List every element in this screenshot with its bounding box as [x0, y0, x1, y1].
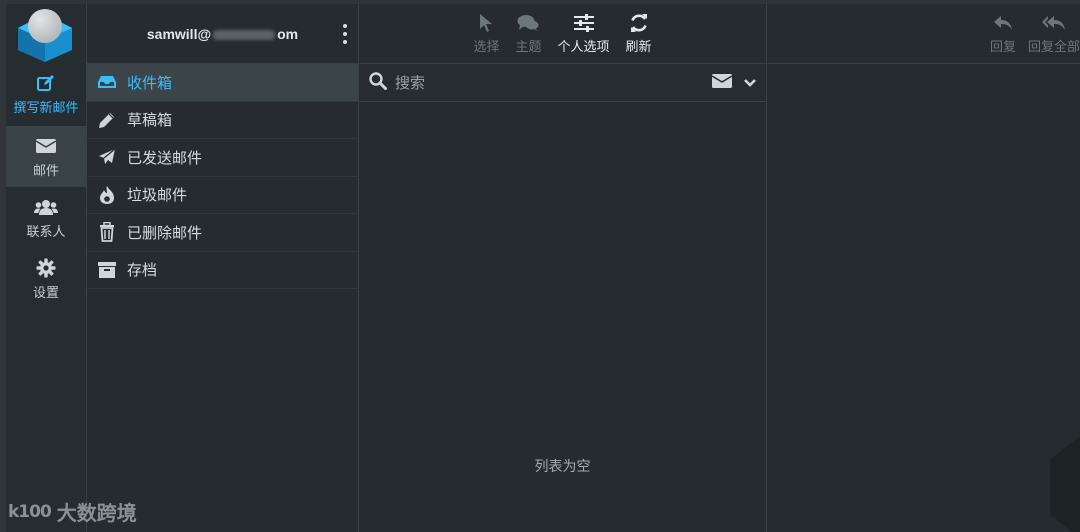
inbox-icon — [97, 72, 117, 92]
folder-label: 垃圾邮件 — [127, 186, 188, 205]
folder-label: 收件箱 — [127, 73, 173, 92]
compose-label: 撰写新邮件 — [13, 101, 79, 116]
gear-icon — [36, 257, 56, 279]
search-bar[interactable]: 搜索 — [359, 64, 766, 102]
folder-drafts[interactable]: 草稿箱 — [87, 102, 358, 139]
reply-label: 回复 — [989, 40, 1016, 55]
watermark-text: 大数跨境 — [56, 501, 137, 525]
folder-panel: samwill@ om 收件箱 草稿箱 已发送邮件 垃圾邮件 已删除邮件 存档 — [87, 4, 359, 532]
message-list: 列表为空 — [359, 102, 766, 532]
folder-label: 存档 — [127, 261, 158, 280]
users-icon — [34, 196, 58, 218]
folder-label: 草稿箱 — [127, 111, 173, 130]
folder-label: 已发送邮件 — [127, 148, 203, 167]
rail-item-settings[interactable]: 设置 — [6, 248, 87, 309]
compose-icon — [36, 72, 56, 94]
decorative-hexagon — [1050, 432, 1080, 532]
compose-button[interactable]: 撰写新邮件 — [6, 62, 87, 126]
account-email-prefix: samwill@ — [146, 25, 212, 42]
kebab-menu-icon[interactable] — [340, 24, 350, 44]
refresh-button[interactable]: 刷新 — [626, 12, 652, 55]
search-input[interactable]: 搜索 — [395, 72, 712, 93]
account-email[interactable]: samwill@ om — [147, 26, 298, 42]
watermark: k100 大数跨境 — [8, 497, 137, 526]
paper-plane-icon — [97, 147, 117, 167]
envelope-icon — [36, 135, 56, 157]
comments-icon — [517, 12, 539, 34]
folder-inbox[interactable]: 收件箱 — [87, 64, 358, 102]
rail-item-contacts[interactable]: 联系人 — [6, 187, 87, 248]
account-header: samwill@ om — [87, 4, 358, 64]
redacted-blur — [213, 29, 276, 40]
reply-all-button[interactable]: 回复全部 — [1028, 12, 1080, 55]
thread-label: 主题 — [515, 40, 542, 55]
contacts-label: 联系人 — [26, 224, 66, 240]
trash-icon — [97, 222, 117, 243]
sliders-icon — [573, 12, 594, 34]
list-options-button[interactable]: 个人选项 — [558, 12, 610, 55]
watermark-logo: k100 — [8, 501, 52, 522]
reply-all-icon — [1041, 12, 1066, 34]
fire-icon — [97, 185, 117, 205]
envelope-icon[interactable] — [711, 73, 733, 92]
reply-all-label: 回复全部 — [1027, 40, 1080, 55]
reply-button[interactable]: 回复 — [990, 12, 1016, 55]
search-icon — [369, 71, 387, 94]
folder-junk[interactable]: 垃圾邮件 — [87, 177, 358, 214]
reply-icon — [993, 12, 1013, 34]
select-label: 选择 — [473, 40, 500, 55]
settings-label: 设置 — [32, 285, 59, 301]
folder-archive[interactable]: 存档 — [87, 252, 358, 289]
left-rail: 撰写新邮件 邮件 联系人 设置 — [5, 4, 87, 532]
folder-trash[interactable]: 已删除邮件 — [87, 214, 358, 252]
list-toolbar: 选择 主题 个人选项 刷新 — [359, 4, 766, 64]
options-label: 个人选项 — [557, 40, 610, 55]
app-logo[interactable] — [6, 4, 87, 62]
account-email-suffix: om — [277, 25, 299, 42]
refresh-label: 刷新 — [625, 40, 652, 55]
message-list-panel: 选择 主题 个人选项 刷新 搜索 列表为空 — [359, 4, 767, 532]
mail-app: 撰写新邮件 邮件 联系人 设置 samwill@ om 收件箱 草稿箱 已发送邮… — [5, 4, 1080, 532]
thread-button[interactable]: 主题 — [515, 12, 542, 55]
pencil-icon — [97, 110, 117, 130]
rail-item-mail[interactable]: 邮件 — [5, 126, 87, 187]
preview-toolbar: 回复 回复全部 — [767, 4, 1080, 64]
empty-list-message: 列表为空 — [534, 459, 591, 475]
folder-label: 已删除邮件 — [127, 223, 203, 242]
refresh-icon — [629, 12, 649, 34]
archive-icon — [97, 260, 117, 280]
chevron-down-icon[interactable] — [744, 73, 756, 92]
select-button[interactable]: 选择 — [473, 12, 499, 55]
message-preview-panel: 回复 回复全部 — [767, 4, 1080, 532]
pointer-icon — [479, 12, 493, 34]
folder-sent[interactable]: 已发送邮件 — [87, 139, 358, 177]
mail-label: 邮件 — [32, 163, 59, 179]
